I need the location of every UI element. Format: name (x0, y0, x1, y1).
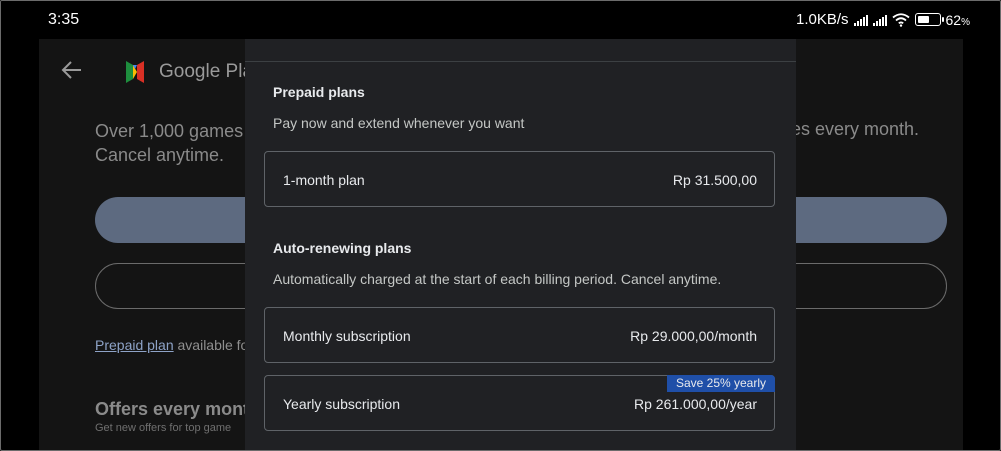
plan-option-monthly[interactable]: Monthly subscription Rp 29.000,00/month (264, 307, 775, 363)
auto-renewing-plans-description: Automatically charged at the start of ea… (273, 271, 722, 287)
plan-price: Rp 261.000,00/year (634, 396, 757, 412)
prepaid-plan-link[interactable]: Prepaid plan (95, 337, 174, 353)
prepaid-note: Prepaid plan available fo (95, 337, 249, 353)
app-title: Google Pla (159, 61, 254, 82)
status-indicators: 1.0KB/s 62% (796, 11, 970, 28)
plan-price: Rp 31.500,00 (672, 172, 757, 188)
status-bar: 3:35 1.0KB/s 62% (1, 1, 1000, 39)
wifi-icon (891, 12, 910, 27)
prepaid-plans-title: Prepaid plans (273, 84, 365, 100)
auto-renewing-plans-title: Auto-renewing plans (273, 240, 412, 256)
network-speed: 1.0KB/s (795, 11, 849, 28)
phone-screen: 3:35 1.0KB/s 62% Google Pla Over 1,000 g… (0, 0, 1001, 451)
signal-icon-2 (872, 14, 887, 26)
plan-option-1-month[interactable]: 1-month plan Rp 31.500,00 (264, 151, 775, 207)
back-arrow-icon[interactable] (61, 59, 83, 81)
prepaid-plans-description: Pay now and extend whenever you want (273, 115, 525, 131)
offers-title: Offers every mont (95, 399, 250, 419)
battery-level (917, 16, 929, 23)
status-time: 3:35 (48, 11, 80, 28)
sheet-divider (245, 61, 796, 62)
plan-name: Monthly subscription (283, 328, 411, 344)
plans-bottom-sheet: Prepaid plans Pay now and extend wheneve… (245, 39, 796, 450)
plan-name: 1-month plan (283, 172, 365, 188)
app-description-right: es every month. (791, 119, 920, 139)
google-play-pass-logo (126, 61, 144, 83)
battery-percent: 62% (945, 11, 970, 28)
battery-icon (914, 13, 944, 26)
plan-option-yearly[interactable]: Save 25% yearly Yearly subscription Rp 2… (264, 375, 775, 431)
savings-badge: Save 25% yearly (666, 375, 775, 392)
signal-icon (853, 14, 868, 26)
plan-name: Yearly subscription (283, 396, 400, 412)
offers-subtitle: Get new offers for top game (95, 422, 232, 434)
plan-price: Rp 29.000,00/month (630, 328, 757, 344)
